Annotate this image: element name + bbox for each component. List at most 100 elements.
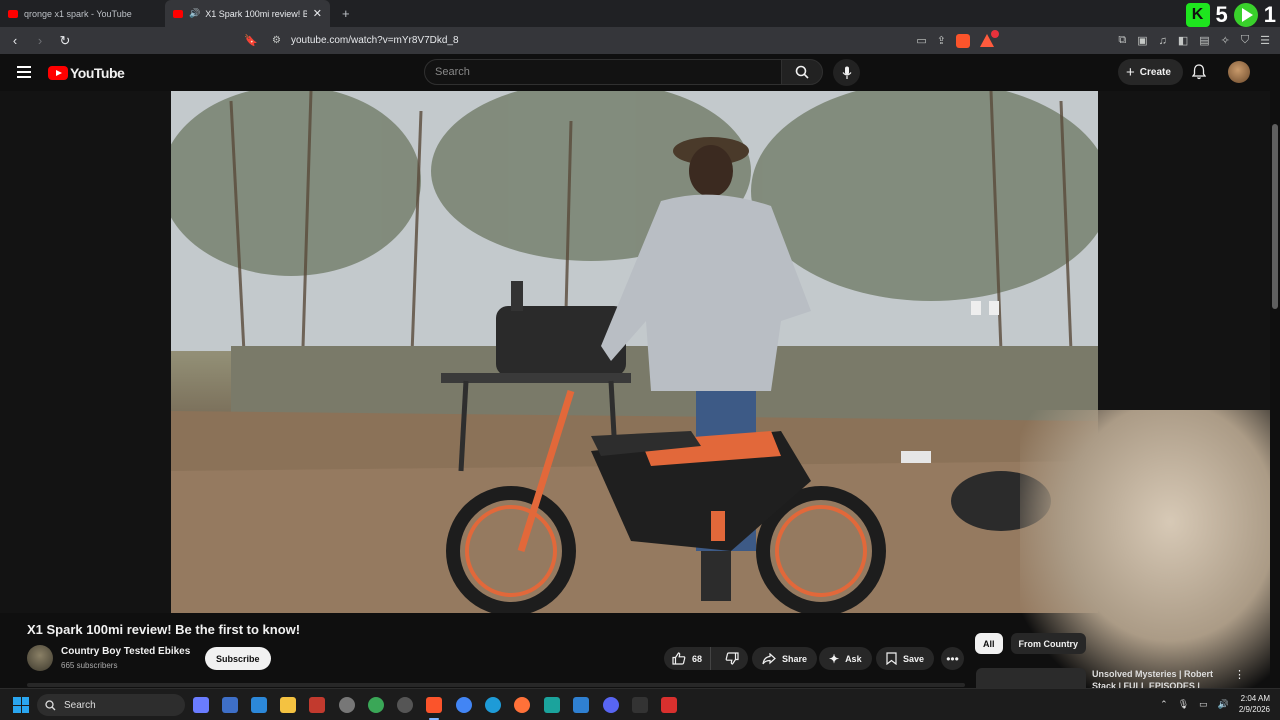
new-tab-button[interactable]: + <box>342 6 350 21</box>
more-actions-button[interactable]: ••• <box>941 647 964 670</box>
wallet-icon[interactable]: ▣ <box>1137 34 1147 47</box>
menu-icon[interactable]: ☰ <box>1260 34 1270 47</box>
bookmark-icon[interactable]: 🔖 <box>244 34 258 47</box>
app-icon-2[interactable] <box>251 697 267 713</box>
play-extension-icon[interactable] <box>1233 3 1258 27</box>
site-settings-icon[interactable]: ⚙ <box>272 35 281 46</box>
account-avatar[interactable] <box>1228 61 1250 83</box>
guide-menu-icon[interactable] <box>17 66 31 78</box>
url-text: youtube.com/watch?v=mYr8V7Dkd_8 <box>290 35 459 46</box>
youtube-play-icon <box>48 66 68 80</box>
file-explorer-icon[interactable] <box>280 697 296 713</box>
cast-icon[interactable]: ▭ <box>916 34 926 47</box>
app-icon-4[interactable] <box>339 697 355 713</box>
tray-overflow-icon[interactable]: ⌃ <box>1160 699 1168 710</box>
tab-label: X1 Spark 100mi review! Be th <box>205 8 307 19</box>
windows-taskbar: Search ⌃ 🎙 ▭ 🔊 2:04 AM 2/9/2026 <box>0 688 1280 720</box>
scrollbar-thumb[interactable] <box>1272 124 1278 309</box>
chrome-icon[interactable] <box>456 697 472 713</box>
like-count: 68 <box>692 653 703 664</box>
url-actions: ▭ ⇪ <box>916 30 999 48</box>
app-icon-5[interactable] <box>368 697 384 713</box>
tab-label: qronge x1 spark - YouTube <box>24 8 132 19</box>
chip-all[interactable]: All <box>975 633 1003 654</box>
extension-corner: K 5 1 <box>1185 2 1276 28</box>
video-player[interactable] <box>171 91 1098 613</box>
vpn-icon[interactable]: ⛉ <box>1241 34 1249 47</box>
chip-from-channel[interactable]: From Country <box>1010 633 1087 654</box>
extension-count: 5 <box>1215 2 1228 27</box>
discord-icon[interactable] <box>603 697 619 713</box>
brave-shield-icon[interactable] <box>956 33 970 48</box>
plus-icon: + <box>1126 63 1135 81</box>
brave-browser-icon[interactable] <box>426 697 442 713</box>
share-icon <box>762 652 776 664</box>
bookmark-save-icon <box>886 652 897 665</box>
search-input[interactable]: Search <box>424 59 782 85</box>
brave-rewards-icon[interactable] <box>980 30 999 47</box>
back-icon[interactable]: ‹ <box>5 33 25 48</box>
youtube-logo[interactable]: YouTube <box>48 65 125 81</box>
clock[interactable]: 2:04 AM 2/9/2026 <box>1239 693 1270 715</box>
share-button[interactable]: Share <box>752 647 818 670</box>
windows-start-icon[interactable] <box>13 697 29 713</box>
microphone-icon <box>842 66 851 79</box>
create-label: Create <box>1139 66 1171 78</box>
microphone-tray-icon[interactable]: 🎙 <box>1178 699 1189 710</box>
widgets-icon[interactable] <box>193 697 209 713</box>
firefox-icon[interactable] <box>514 697 530 713</box>
save-button[interactable]: Save <box>876 647 935 670</box>
browser-tab-strip: qronge x1 spark - YouTube 🔊 X1 Spark 100… <box>0 0 1280 27</box>
search-icon <box>45 699 56 710</box>
recommendation-menu-icon[interactable]: ⋮ <box>1234 668 1245 681</box>
network-icon[interactable]: ▭ <box>1199 699 1208 710</box>
url-field[interactable]: 🔖 ⚙ youtube.com/watch?v=mYr8V7Dkd_8 ▭ ⇪ <box>244 30 999 51</box>
browser-toolbar: ⧉ ▣ ♫ ◧ ▤ ✧ ⛉ ☰ <box>1118 34 1270 47</box>
edge-icon[interactable] <box>485 697 501 713</box>
search-button[interactable] <box>781 59 823 85</box>
close-tab-icon[interactable]: ✕ <box>313 7 322 20</box>
clock-time: 2:04 AM <box>1240 694 1270 703</box>
app-icon-9[interactable] <box>661 697 677 713</box>
vscode-icon[interactable] <box>573 697 589 713</box>
reload-icon[interactable]: ↻ <box>55 33 75 49</box>
create-button[interactable]: + Create <box>1118 59 1183 85</box>
app-icon-1[interactable] <box>222 697 238 713</box>
app-icon-7[interactable] <box>544 697 560 713</box>
extensions-icon[interactable]: ⧉ <box>1118 34 1126 47</box>
video-frame-image <box>171 91 1098 613</box>
speaker-icon[interactable]: 🔊 <box>189 8 200 19</box>
dislike-button[interactable] <box>717 652 747 665</box>
subscriber-count: 665 subscribers <box>61 661 118 670</box>
ask-button[interactable]: ✦ Ask <box>819 647 872 670</box>
subscribe-button[interactable]: Subscribe <box>205 647 271 670</box>
app-icon-3[interactable] <box>309 697 325 713</box>
channel-name[interactable]: Country Boy Tested Ebikes <box>61 646 190 657</box>
app-icon-8[interactable] <box>632 697 648 713</box>
browser-tab-search-results[interactable]: qronge x1 spark - YouTube <box>0 0 165 27</box>
leo-ai-icon[interactable]: ✧ <box>1221 34 1230 47</box>
recommendation-title[interactable]: Unsolved Mysteries | Robert Stack | FULL… <box>1092 668 1222 688</box>
sidebar-icon[interactable]: ◧ <box>1178 34 1188 47</box>
channel-avatar[interactable] <box>27 645 53 671</box>
k-extension-icon[interactable]: K <box>1185 3 1210 27</box>
media-icon[interactable]: ♫ <box>1159 35 1167 47</box>
video-title: X1 Spark 100mi review! Be the first to k… <box>27 622 301 637</box>
notifications-button[interactable] <box>1191 64 1207 85</box>
taskbar-search-label: Search <box>64 699 96 711</box>
voice-search-button[interactable] <box>833 59 860 86</box>
share-page-icon[interactable]: ⇪ <box>937 34 946 47</box>
extension-trailing: 1 <box>1263 2 1276 27</box>
browser-tab-video[interactable]: 🔊 X1 Spark 100mi review! Be th ✕ <box>165 0 330 27</box>
like-button[interactable]: 68 <box>664 647 712 670</box>
recommendation-thumbnail[interactable] <box>976 668 1086 688</box>
volume-icon[interactable]: 🔊 <box>1218 699 1229 710</box>
search-placeholder: Search <box>435 66 470 78</box>
save-label: Save <box>903 653 925 664</box>
taskbar-search[interactable]: Search <box>37 694 185 716</box>
like-dislike-group: 68 <box>664 647 748 670</box>
app-icon-6[interactable] <box>397 697 413 713</box>
forward-icon[interactable]: › <box>30 33 50 48</box>
tabs-icon[interactable]: ▤ <box>1199 34 1209 47</box>
page-scrollbar[interactable] <box>1270 54 1280 687</box>
